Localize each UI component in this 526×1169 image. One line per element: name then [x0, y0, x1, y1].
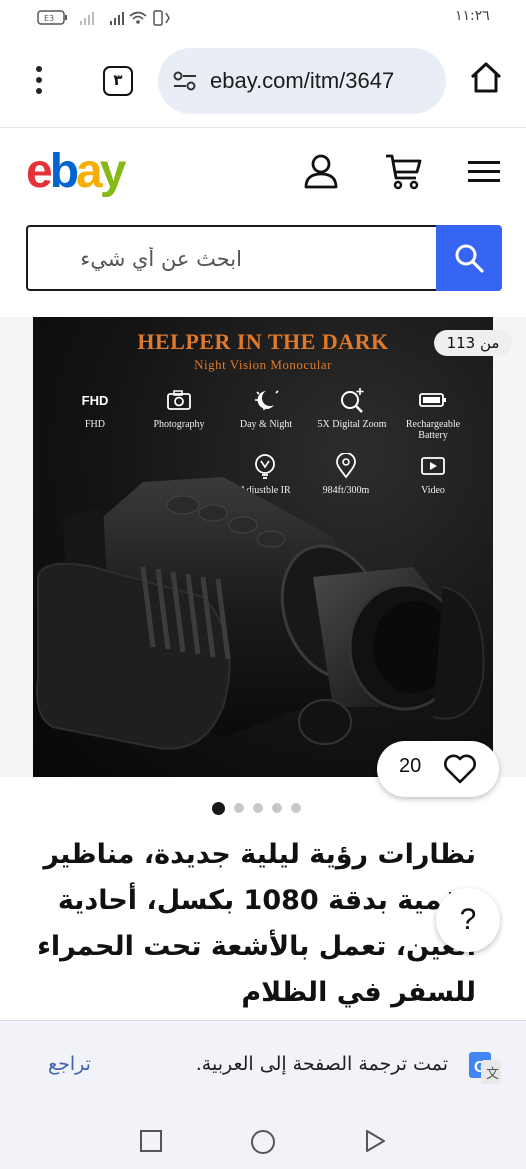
page-dot[interactable]: [212, 801, 225, 815]
undo-translate-button[interactable]: تراجع: [48, 1053, 91, 1075]
watch-count: 20: [399, 755, 422, 777]
search-button[interactable]: [436, 225, 502, 291]
recents-icon[interactable]: [139, 1129, 163, 1153]
gallery-pagination[interactable]: [212, 801, 301, 815]
search-field[interactable]: [26, 225, 438, 291]
zoom-icon: [341, 388, 364, 413]
feature-fhd: FHD FHD: [53, 387, 137, 431]
image-subline: Night Vision Monocular: [194, 357, 332, 372]
address-bar[interactable]: ebay.com/itm/3647: [158, 48, 446, 114]
google-translate-icon[interactable]: G 文: [467, 1050, 503, 1086]
ir-icon: [255, 454, 275, 479]
help-button[interactable]: ?: [436, 888, 500, 952]
ebay-logo[interactable]: ebay: [26, 144, 126, 199]
search-bar: [26, 225, 502, 291]
system-nav-bar: [0, 1112, 526, 1169]
page-dot[interactable]: [253, 803, 263, 813]
translate-bar: G 文 تمت ترجمة الصفحة إلى العربية. تراجع: [0, 1020, 526, 1112]
video-icon: [421, 457, 445, 475]
svg-text:文: 文: [486, 1067, 499, 1082]
fhd-icon: FHD: [81, 392, 109, 408]
svg-text:E3: E3: [44, 14, 54, 23]
user-icon[interactable]: [302, 152, 340, 190]
cart-icon[interactable]: [384, 152, 424, 192]
url-text[interactable]: ebay.com/itm/3647: [210, 68, 394, 94]
translate-message: تمت ترجمة الصفحة إلى العربية.: [195, 1053, 448, 1075]
image-gallery[interactable]: HELPER IN THE DARK Night Vision Monocula…: [0, 317, 526, 797]
location-icon: [336, 453, 356, 479]
image-counter: من 113: [434, 330, 512, 356]
back-icon[interactable]: [363, 1129, 387, 1153]
site-header: ebay: [0, 128, 526, 214]
site-settings-icon[interactable]: [172, 70, 198, 92]
feature-zoom: 5X Digital Zoom: [310, 387, 394, 430]
home-nav-icon[interactable]: [250, 1129, 276, 1155]
search-input[interactable]: [42, 241, 422, 277]
feature-day-night: Day & Night: [224, 387, 308, 430]
heart-icon: [444, 754, 476, 784]
search-icon: [455, 244, 484, 273]
image-headline: HELPER IN THE DARK: [137, 329, 389, 354]
browser-toolbar: ٣ ebay.com/itm/3647: [0, 36, 526, 128]
day-night-icon: [255, 390, 279, 410]
tab-switcher-button[interactable]: ٣: [103, 66, 133, 96]
battery-icon: [419, 393, 446, 407]
status-bar: E3 ١١:٢٦: [0, 0, 526, 36]
feature-battery: Rechargeable Battery: [391, 387, 475, 441]
page-dot[interactable]: [291, 803, 301, 813]
menu-icon[interactable]: [468, 160, 500, 184]
camera-icon: [167, 390, 191, 410]
page-dot[interactable]: [272, 803, 282, 813]
status-icons: E3: [37, 10, 170, 26]
home-icon[interactable]: [468, 60, 504, 96]
product-title: نظارات رؤية ليلية جديدة، مناظير رقمية بد…: [37, 839, 476, 1008]
browser-menu-icon[interactable]: [30, 66, 48, 100]
product-image[interactable]: HELPER IN THE DARK Night Vision Monocula…: [33, 317, 493, 777]
feature-photography: Photography: [137, 387, 221, 430]
clock: ١١:٢٦: [455, 8, 490, 24]
monocular-illustration: [36, 477, 485, 750]
watch-button[interactable]: 20: [377, 741, 499, 797]
page-dot[interactable]: [234, 803, 244, 813]
